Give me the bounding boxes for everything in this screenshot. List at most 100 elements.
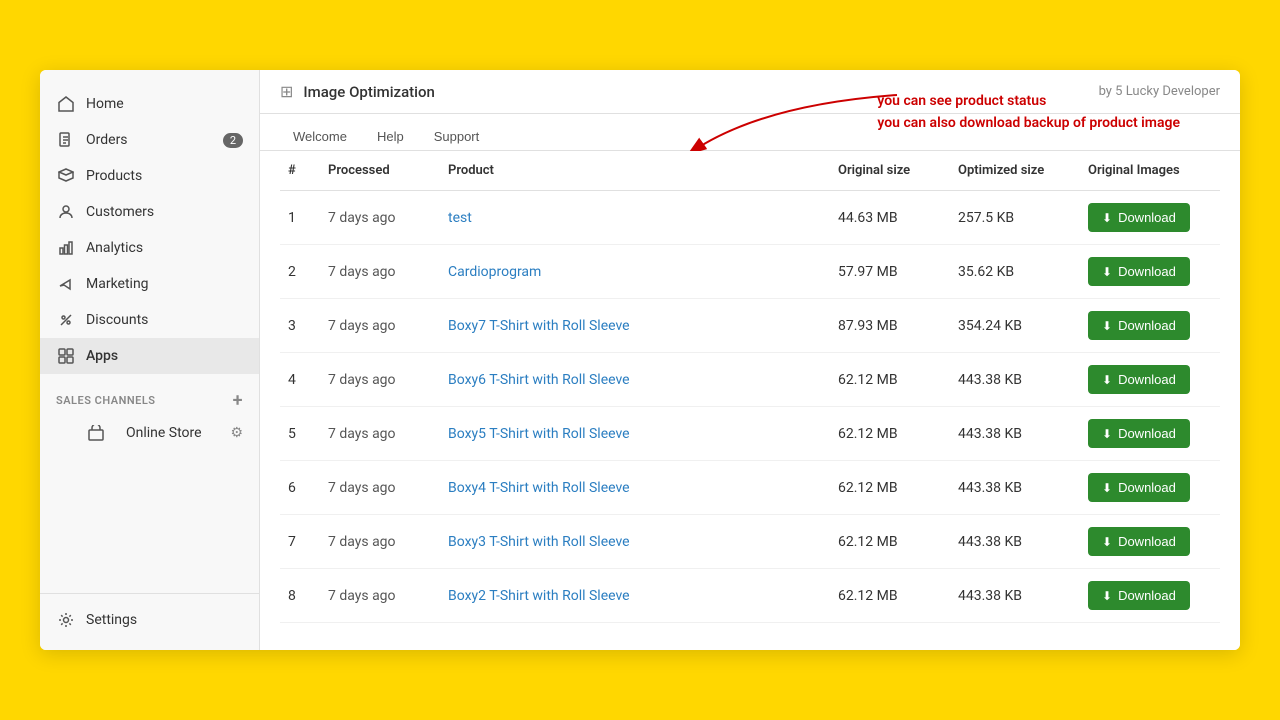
add-sales-channel-icon[interactable]: + [233,390,243,411]
cell-optimized-size: 257.5 KB [950,191,1080,245]
online-store-settings-icon[interactable]: ⚙ [230,425,243,441]
sidebar-item-settings[interactable]: Settings [40,602,259,638]
download-button[interactable]: ⬇ Download [1088,311,1190,340]
cell-original-size: 44.63 MB [830,191,950,245]
table-row: 1 7 days ago test 44.63 MB 257.5 KB ⬇ Do… [280,191,1220,245]
cell-download: ⬇ Download [1080,569,1220,623]
settings-icon [56,610,76,630]
download-button[interactable]: ⬇ Download [1088,257,1190,286]
cell-processed: 7 days ago [320,515,440,569]
product-link[interactable]: Boxy3 T-Shirt with Roll Sleeve [448,534,630,550]
cell-download: ⬇ Download [1080,407,1220,461]
table-row: 3 7 days ago Boxy7 T-Shirt with Roll Sle… [280,299,1220,353]
col-original-header: Original size [830,151,950,191]
download-label: Download [1118,588,1176,603]
tab-support[interactable]: Support [421,122,493,150]
download-button[interactable]: ⬇ Download [1088,473,1190,502]
col-processed-header: Processed [320,151,440,191]
marketing-icon [56,274,76,294]
table-container: # Processed Product Original size Optimi… [260,151,1240,650]
sidebar-item-orders-label: Orders [86,132,128,148]
tab-help[interactable]: Help [364,122,417,150]
cell-download: ⬇ Download [1080,191,1220,245]
download-icon: ⬇ [1102,265,1112,279]
tab-welcome[interactable]: Welcome [280,122,360,150]
download-icon: ⬇ [1102,211,1112,225]
cell-product[interactable]: Boxy7 T-Shirt with Roll Sleeve [440,299,830,353]
sidebar-item-customers[interactable]: Customers [40,194,259,230]
sidebar-item-products-label: Products [86,168,142,184]
header-left: ⊞ Image Optimization [280,82,435,101]
download-icon: ⬇ [1102,319,1112,333]
cell-optimized-size: 443.38 KB [950,461,1080,515]
cell-optimized-size: 354.24 KB [950,299,1080,353]
download-label: Download [1118,264,1176,279]
cell-original-size: 62.12 MB [830,569,950,623]
orders-icon [56,130,76,150]
sidebar-item-discounts[interactable]: Discounts [40,302,259,338]
product-link[interactable]: Boxy7 T-Shirt with Roll Sleeve [448,318,630,334]
product-link[interactable]: Boxy5 T-Shirt with Roll Sleeve [448,426,630,442]
download-button[interactable]: ⬇ Download [1088,419,1190,448]
table-header-row: # Processed Product Original size Optimi… [280,151,1220,191]
cell-download: ⬇ Download [1080,461,1220,515]
discounts-icon [56,310,76,330]
download-label: Download [1118,318,1176,333]
cell-product[interactable]: Boxy6 T-Shirt with Roll Sleeve [440,353,830,407]
cell-optimized-size: 35.62 KB [950,245,1080,299]
cell-original-size: 62.12 MB [830,461,950,515]
sidebar-item-orders[interactable]: Orders 2 [40,122,259,158]
table-row: 6 7 days ago Boxy4 T-Shirt with Roll Sle… [280,461,1220,515]
cell-download: ⬇ Download [1080,299,1220,353]
download-icon: ⬇ [1102,589,1112,603]
download-button[interactable]: ⬇ Download [1088,527,1190,556]
product-link[interactable]: Boxy6 T-Shirt with Roll Sleeve [448,372,630,388]
products-table: # Processed Product Original size Optimi… [280,151,1220,623]
product-link[interactable]: Cardioprogram [448,264,541,280]
analytics-icon [56,238,76,258]
main-content: ⊞ Image Optimization by 5 Lucky Develope… [260,70,1240,650]
table-row: 7 7 days ago Boxy3 T-Shirt with Roll Sle… [280,515,1220,569]
table-row: 5 7 days ago Boxy5 T-Shirt with Roll Sle… [280,407,1220,461]
sidebar-item-marketing-label: Marketing [86,276,149,292]
cell-product[interactable]: Boxy4 T-Shirt with Roll Sleeve [440,461,830,515]
download-button[interactable]: ⬇ Download [1088,581,1190,610]
download-button[interactable]: ⬇ Download [1088,203,1190,232]
col-optimized-header: Optimized size [950,151,1080,191]
cell-num: 2 [280,245,320,299]
sidebar-item-products[interactable]: Products [40,158,259,194]
product-link[interactable]: Boxy4 T-Shirt with Roll Sleeve [448,480,630,496]
sidebar-item-discounts-label: Discounts [86,312,148,328]
download-button[interactable]: ⬇ Download [1088,365,1190,394]
cell-product[interactable]: Boxy3 T-Shirt with Roll Sleeve [440,515,830,569]
cell-processed: 7 days ago [320,461,440,515]
product-link[interactable]: test [448,210,472,226]
cell-product[interactable]: Boxy2 T-Shirt with Roll Sleeve [440,569,830,623]
cell-product[interactable]: test [440,191,830,245]
sidebar-item-apps-label: Apps [86,348,118,364]
cell-product[interactable]: Cardioprogram [440,245,830,299]
home-icon [56,94,76,114]
product-link[interactable]: Boxy2 T-Shirt with Roll Sleeve [448,588,630,604]
orders-badge: 2 [223,133,243,148]
table-row: 8 7 days ago Boxy2 T-Shirt with Roll Sle… [280,569,1220,623]
cell-processed: 7 days ago [320,407,440,461]
cell-num: 1 [280,191,320,245]
download-icon: ⬇ [1102,481,1112,495]
cell-optimized-size: 443.38 KB [950,569,1080,623]
table-row: 2 7 days ago Cardioprogram 57.97 MB 35.6… [280,245,1220,299]
sidebar-item-apps[interactable]: Apps [40,338,259,374]
sidebar-item-analytics[interactable]: Analytics [40,230,259,266]
download-label: Download [1118,426,1176,441]
sales-channels-section: SALES CHANNELS + [40,378,259,415]
cell-num: 4 [280,353,320,407]
cell-num: 7 [280,515,320,569]
cell-original-size: 62.12 MB [830,515,950,569]
cell-product[interactable]: Boxy5 T-Shirt with Roll Sleeve [440,407,830,461]
cell-original-size: 62.12 MB [830,407,950,461]
sidebar-item-online-store[interactable]: Online Store ⚙ [40,415,259,451]
sidebar-item-marketing[interactable]: Marketing [40,266,259,302]
cell-download: ⬇ Download [1080,245,1220,299]
sidebar-item-home[interactable]: Home [40,86,259,122]
cell-processed: 7 days ago [320,353,440,407]
